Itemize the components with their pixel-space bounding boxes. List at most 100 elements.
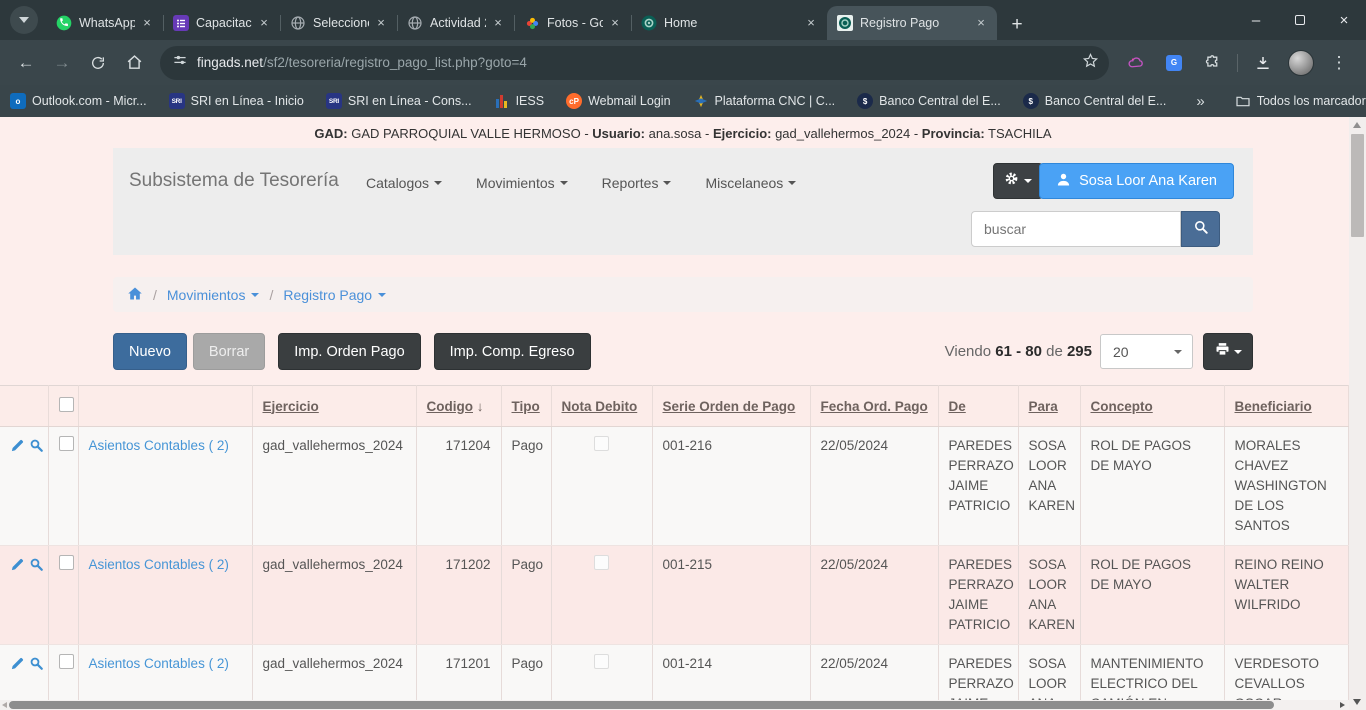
row-checkbox[interactable]	[59, 555, 74, 570]
header-de[interactable]: De	[938, 386, 1018, 427]
paging-total: 295	[1067, 343, 1092, 360]
address-bar[interactable]: fingads.net/sf2/tesoreria/registro_pago_…	[160, 46, 1109, 80]
header-concepto[interactable]: Concepto	[1080, 386, 1224, 427]
tab-seleccione[interactable]: Seleccione Activ ×	[280, 6, 397, 40]
delete-button[interactable]: Borrar	[193, 333, 265, 370]
chrome-menu-icon[interactable]: ⋮	[1323, 47, 1355, 79]
chevron-down-icon	[19, 17, 29, 23]
tab-whatsapp[interactable]: WhatsApp ×	[46, 6, 163, 40]
menu-catalogos[interactable]: Catalogos	[366, 175, 442, 191]
cell-ejercicio: gad_vallehermos_2024	[252, 546, 416, 645]
scroll-left-icon[interactable]	[2, 702, 7, 708]
asientos-contables-link[interactable]: Asientos Contables ( 2)	[89, 656, 229, 671]
new-tab-button[interactable]: +	[1003, 12, 1031, 40]
row-checkbox[interactable]	[59, 654, 74, 669]
header-ejercicio[interactable]: Ejercicio	[252, 386, 416, 427]
header-nota-debito[interactable]: Nota Debito	[551, 386, 652, 427]
tab-close-icon[interactable]: ×	[607, 15, 623, 31]
settings-button[interactable]	[993, 163, 1043, 199]
minimize-button[interactable]: –	[1234, 0, 1278, 40]
edit-pencil-icon[interactable]	[10, 557, 25, 578]
search-input[interactable]	[971, 211, 1181, 247]
gad-label: GAD:	[314, 126, 347, 141]
bookmark-outlook[interactable]: oOutlook.com - Micr...	[10, 93, 147, 109]
scroll-right-icon[interactable]	[1340, 702, 1345, 708]
back-button[interactable]: ←	[10, 47, 42, 79]
bookmark-iess[interactable]: IESS	[494, 93, 545, 109]
all-bookmarks-button[interactable]: Todos los marcadores	[1235, 93, 1366, 109]
asientos-contables-link[interactable]: Asientos Contables ( 2)	[89, 557, 229, 572]
select-all-checkbox[interactable]	[59, 397, 74, 412]
vertical-scrollbar[interactable]	[1349, 117, 1366, 710]
breadcrumb-registro-pago[interactable]: Registro Pago	[283, 287, 386, 303]
asientos-contables-link[interactable]: Asientos Contables ( 2)	[89, 438, 229, 453]
bookmark-sri-consultas[interactable]: SRISRI en Línea - Cons...	[326, 93, 472, 109]
search-button[interactable]	[1181, 211, 1220, 247]
tab-close-icon[interactable]: ×	[490, 15, 506, 31]
bookmark-sri-inicio[interactable]: SRISRI en Línea - Inicio	[169, 93, 304, 109]
extensions-puzzle-icon[interactable]	[1196, 47, 1228, 79]
info-bar: GAD: GAD PARROQUIAL VALLE HERMOSO - Usua…	[0, 117, 1366, 148]
tab-actividad[interactable]: Actividad 2024-0 ×	[397, 6, 514, 40]
header-beneficiario[interactable]: Beneficiario	[1224, 386, 1349, 427]
tab-search-button[interactable]	[10, 6, 38, 34]
close-button[interactable]: ×	[1322, 0, 1366, 40]
bookmark-webmail[interactable]: cPWebmail Login	[566, 93, 670, 109]
bookmarks-overflow-button[interactable]: »	[1188, 93, 1212, 110]
vertical-scrollbar-thumb[interactable]	[1351, 134, 1364, 237]
print-receipt-button[interactable]: Imp. Comp. Egreso	[434, 333, 591, 370]
menu-reportes[interactable]: Reportes	[602, 175, 672, 191]
header-para[interactable]: Para	[1018, 386, 1080, 427]
tab-home[interactable]: Home ×	[631, 6, 827, 40]
edit-pencil-icon[interactable]	[10, 656, 25, 677]
menu-movimientos[interactable]: Movimientos	[476, 175, 568, 191]
bookmark-banco-central-2[interactable]: $Banco Central del E...	[1023, 93, 1167, 109]
tab-label: Home	[664, 16, 799, 30]
weather-extension-icon[interactable]	[1120, 47, 1152, 79]
translate-icon[interactable]: G	[1158, 47, 1190, 79]
view-magnifier-icon[interactable]	[29, 438, 44, 459]
downloads-icon[interactable]	[1247, 47, 1279, 79]
tab-fotos[interactable]: Fotos - Google F ×	[514, 6, 631, 40]
profile-avatar[interactable]	[1285, 47, 1317, 79]
forward-button[interactable]: →	[46, 47, 78, 79]
new-button[interactable]: Nuevo	[113, 333, 187, 370]
header-tipo[interactable]: Tipo	[501, 386, 551, 427]
header-serie[interactable]: Serie Orden de Pago	[652, 386, 810, 427]
edit-pencil-icon[interactable]	[10, 438, 25, 459]
row-checkbox[interactable]	[59, 436, 74, 451]
header-fecha[interactable]: Fecha Ord. Pago	[810, 386, 938, 427]
bookmark-star-icon[interactable]	[1082, 52, 1099, 74]
reload-button[interactable]	[82, 47, 114, 79]
view-magnifier-icon[interactable]	[29, 656, 44, 677]
tab-close-icon[interactable]: ×	[373, 15, 389, 31]
tab-registro-pago[interactable]: Registro Pago ×	[827, 6, 997, 40]
scroll-up-icon[interactable]	[1353, 122, 1361, 128]
home-button[interactable]	[118, 47, 150, 79]
view-magnifier-icon[interactable]	[29, 557, 44, 578]
bookmark-cnc[interactable]: Plataforma CNC | C...	[693, 93, 836, 109]
user-button[interactable]: Sosa Loor Ana Karen	[1039, 163, 1234, 199]
tab-close-icon[interactable]: ×	[803, 15, 819, 31]
actions-header	[0, 386, 48, 427]
home-breadcrumb-icon[interactable]	[127, 286, 143, 304]
breadcrumb-movimientos[interactable]: Movimientos	[167, 287, 260, 303]
menu-miscelaneos[interactable]: Miscelaneos	[705, 175, 796, 191]
tab-close-icon[interactable]: ×	[973, 15, 989, 31]
header-codigo[interactable]: Codigo ↓	[416, 386, 501, 427]
records-table: Ejercicio Codigo ↓ Tipo Nota Debito Seri…	[0, 385, 1349, 710]
page-size-select[interactable]: 20	[1100, 334, 1193, 369]
tab-close-icon[interactable]: ×	[139, 15, 155, 31]
tab-capacitacion[interactable]: Capacitación so ×	[163, 6, 280, 40]
horizontal-scrollbar[interactable]	[0, 700, 1349, 710]
outlook-icon: o	[10, 93, 26, 109]
scroll-down-icon[interactable]	[1353, 699, 1361, 705]
site-settings-icon[interactable]	[172, 52, 188, 73]
print-order-button[interactable]: Imp. Orden Pago	[278, 333, 420, 370]
app-title: Subsistema de Tesorería	[129, 170, 339, 192]
bookmark-banco-central-1[interactable]: $Banco Central del E...	[857, 93, 1001, 109]
maximize-button[interactable]	[1278, 0, 1322, 40]
print-menu-button[interactable]	[1203, 333, 1253, 370]
horizontal-scrollbar-thumb[interactable]	[9, 701, 1274, 709]
tab-close-icon[interactable]: ×	[256, 15, 272, 31]
